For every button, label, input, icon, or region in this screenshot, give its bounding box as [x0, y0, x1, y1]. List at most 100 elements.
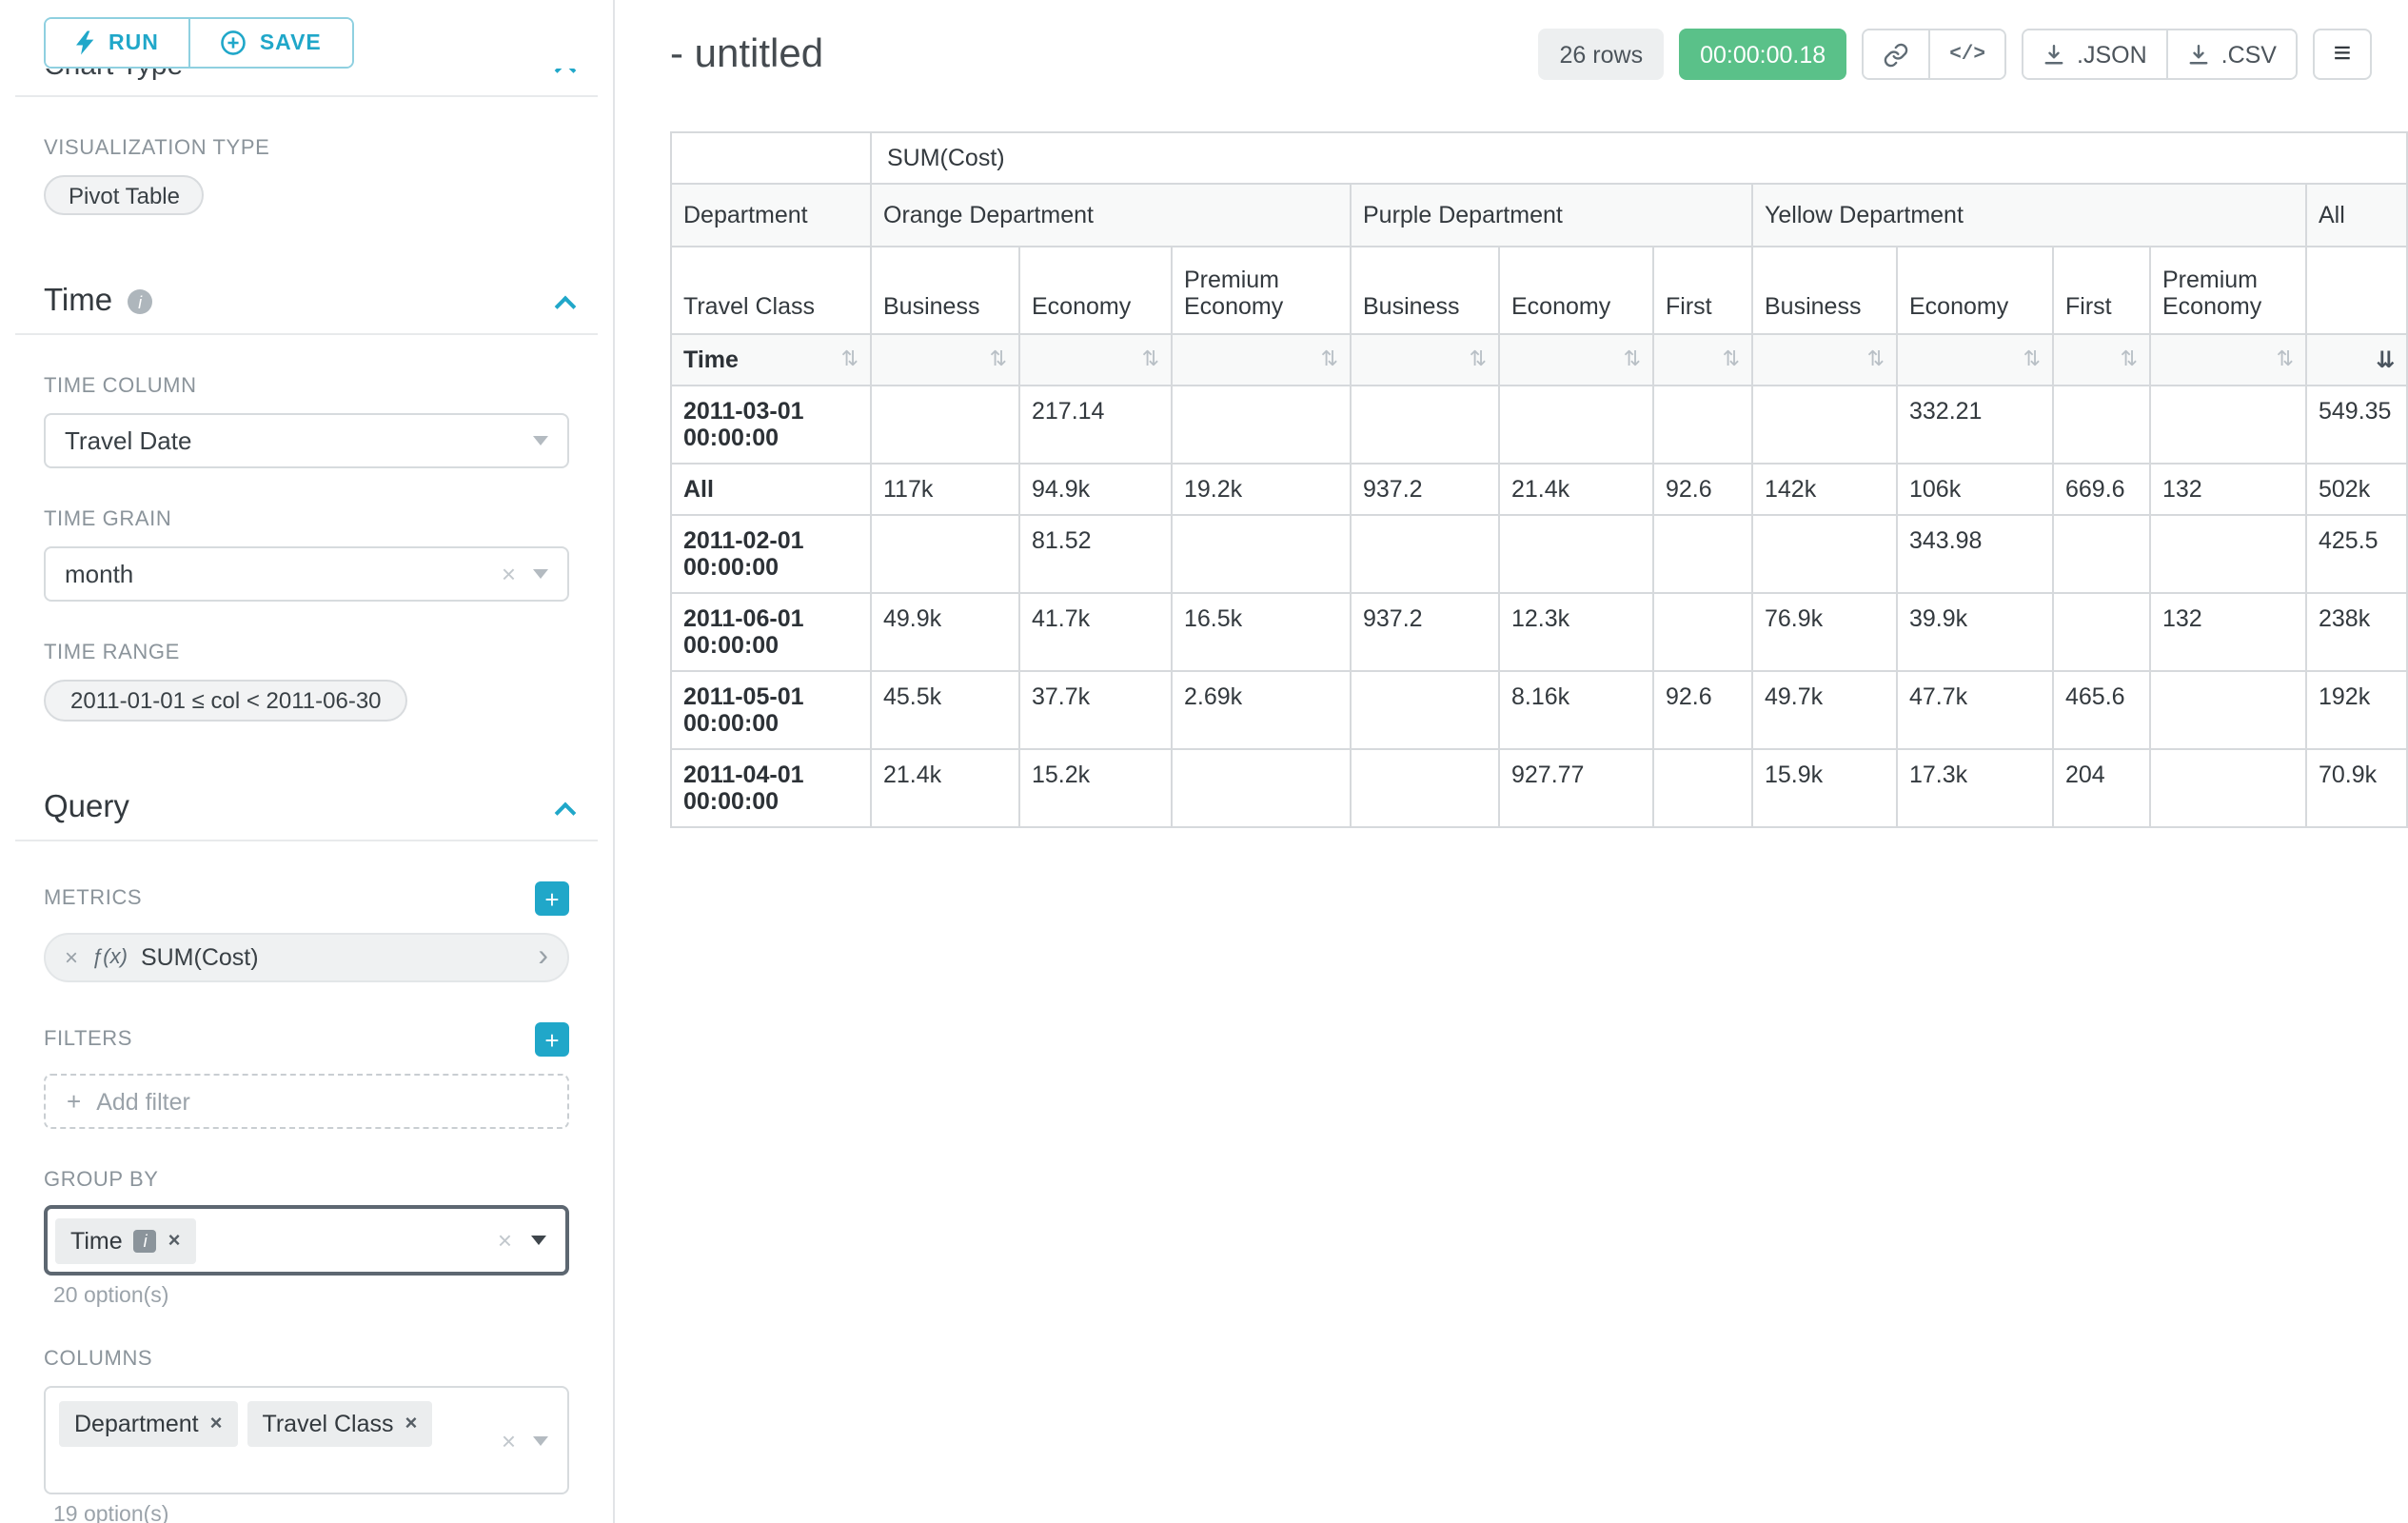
sort-icon[interactable]: ⇅ — [1723, 349, 1740, 370]
pivot-cell: 332.21 — [1897, 386, 2053, 464]
lightning-icon — [76, 30, 95, 55]
pivot-cell — [1653, 593, 1752, 671]
group-by-select[interactable]: Timei× × — [44, 1205, 569, 1276]
copy-link-button[interactable] — [1864, 30, 1928, 78]
run-button[interactable]: RUN — [46, 19, 189, 67]
pivot-cell — [1351, 671, 1499, 749]
time-column-label: TIME COLUMN — [44, 375, 569, 398]
columns-tags: Department×Travel Class× — [59, 1401, 461, 1447]
metric-option[interactable]: × ƒ(x) SUM(Cost) › — [44, 933, 569, 982]
sort-desc-icon[interactable]: ⇊ — [2376, 348, 2395, 371]
department-axis-label: Department — [671, 184, 871, 247]
pivot-table-container: SUM(Cost) Department Orange Department P… — [670, 131, 2408, 828]
pivot-cell — [1499, 386, 1653, 464]
clear-all-icon[interactable]: × — [498, 1228, 512, 1253]
sort-icon[interactable]: ⇅ — [1624, 349, 1641, 370]
plus-icon: + — [544, 1025, 559, 1054]
pivot-cell — [1653, 386, 1752, 464]
visualization-type-pill[interactable]: Pivot Table — [44, 175, 205, 215]
pivot-cell — [1351, 515, 1499, 593]
pivot-cell: 465.6 — [2053, 671, 2150, 749]
sort-icon[interactable]: ⇅ — [2023, 349, 2041, 370]
caret-down-icon — [533, 1435, 548, 1445]
view-query-button[interactable]: </> — [1928, 30, 2004, 78]
remove-metric-icon[interactable]: × — [65, 944, 78, 971]
sort-icon[interactable]: ⇅ — [990, 349, 1007, 370]
share-button-group: </> — [1862, 29, 2006, 80]
sort-icon[interactable]: ⇅ — [2121, 349, 2138, 370]
selected-option-tag[interactable]: Travel Class× — [247, 1401, 433, 1447]
row-label: 2011-05-01 00:00:00 — [671, 671, 871, 749]
time-section-header[interactable]: Time i — [44, 284, 573, 320]
pivot-cell: 8.16k — [1499, 671, 1653, 749]
control-panel-sidebar: RUN SAVE Chart Type VISUALIZATION TYPE P… — [0, 0, 615, 1523]
pivot-cell: 549.35 — [2306, 386, 2407, 464]
pivot-row: All117k94.9k19.2k937.221.4k92.6142k106k6… — [671, 464, 2407, 515]
time-column-select[interactable]: Travel Date — [44, 413, 569, 468]
pivot-cell: 502k — [2306, 464, 2407, 515]
save-button[interactable]: SAVE — [189, 19, 352, 67]
col-header: Premium Economy — [2150, 247, 2306, 334]
pivot-row: 2011-03-01 00:00:00217.14332.21549.35 — [671, 386, 2407, 464]
pivot-cell — [1499, 515, 1653, 593]
pivot-cell: 12.3k — [1499, 593, 1653, 671]
col-group-label: Yellow Department — [1752, 184, 2306, 247]
remove-tag-icon[interactable]: × — [168, 1229, 181, 1252]
time-range-pill[interactable]: 2011-01-01 ≤ col < 2011-06-30 — [44, 680, 408, 722]
info-icon[interactable]: i — [134, 1229, 157, 1252]
export-csv-button[interactable]: .CSV — [2166, 30, 2296, 78]
time-grain-value: month — [65, 560, 502, 588]
divider — [15, 333, 598, 335]
col-header: Economy — [1499, 247, 1653, 334]
add-metric-button[interactable]: + — [535, 881, 569, 916]
pivot-cell: 47.7k — [1897, 671, 2053, 749]
caret-down-icon — [533, 436, 548, 445]
pivot-cell: 21.4k — [871, 749, 1019, 827]
sort-icon[interactable]: ⇅ — [1142, 349, 1159, 370]
selected-option-tag[interactable]: Timei× — [55, 1217, 196, 1263]
plus-circle-icon — [222, 30, 247, 55]
export-json-button[interactable]: .JSON — [2023, 30, 2166, 78]
sort-icon[interactable]: ⇅ — [841, 349, 859, 370]
col-header: Business — [1752, 247, 1897, 334]
query-section-header[interactable]: Query — [44, 790, 573, 826]
clear-all-icon[interactable]: × — [502, 1428, 516, 1453]
pivot-cell: 132 — [2150, 593, 2306, 671]
group-by-tags: Timei× — [55, 1217, 498, 1263]
sort-icon[interactable]: ⇅ — [1470, 349, 1487, 370]
chart-title[interactable]: - untitled — [670, 31, 823, 77]
run-save-button-group: RUN SAVE — [44, 17, 354, 69]
remove-tag-icon[interactable]: × — [210, 1413, 223, 1435]
chevron-right-icon[interactable]: › — [538, 942, 552, 973]
time-section-title: Time — [44, 284, 112, 320]
add-filter-label: Add filter — [96, 1088, 190, 1115]
add-filter-button[interactable]: + — [535, 1022, 569, 1057]
pivot-cell: 41.7k — [1019, 593, 1172, 671]
time-column-value: Travel Date — [65, 426, 533, 455]
pivot-cell — [1172, 386, 1351, 464]
pivot-cell: 106k — [1897, 464, 2053, 515]
add-filter-field[interactable]: + Add filter — [44, 1074, 569, 1129]
col-group-label: All — [2306, 184, 2407, 247]
sort-icon[interactable]: ⇅ — [2277, 349, 2294, 370]
pivot-cell — [1752, 386, 1897, 464]
explore-chart-page: RUN SAVE Chart Type VISUALIZATION TYPE P… — [0, 0, 2408, 1523]
pivot-cell — [1351, 386, 1499, 464]
sort-icon[interactable]: ⇅ — [1867, 349, 1885, 370]
pivot-cell: 81.52 — [1019, 515, 1172, 593]
pivot-cell — [1653, 749, 1752, 827]
remove-tag-icon[interactable]: × — [405, 1413, 418, 1435]
results-toolbar: 26 rows 00:00:00.18 </> — [1539, 29, 2372, 80]
viz-type-value: Pivot Table — [69, 182, 180, 208]
time-axis-label: Time — [683, 346, 739, 373]
menu-button[interactable]: ≡ — [2313, 29, 2372, 80]
col-header: Premium Economy — [1172, 247, 1351, 334]
sort-icon[interactable]: ⇅ — [1321, 349, 1338, 370]
columns-select[interactable]: Department×Travel Class× × — [44, 1386, 569, 1494]
time-grain-select[interactable]: month × — [44, 546, 569, 602]
clear-icon[interactable]: × — [502, 562, 516, 586]
selected-option-tag[interactable]: Department× — [59, 1401, 238, 1447]
export-csv-label: .CSV — [2221, 41, 2277, 68]
sort-row: Time ⇅ ⇅ ⇅ ⇅ ⇅ ⇅ ⇅ ⇅ ⇅ ⇅ ⇅ — [671, 334, 2407, 386]
travel-class-header-row: Travel Class Business Economy Premium Ec… — [671, 247, 2407, 334]
